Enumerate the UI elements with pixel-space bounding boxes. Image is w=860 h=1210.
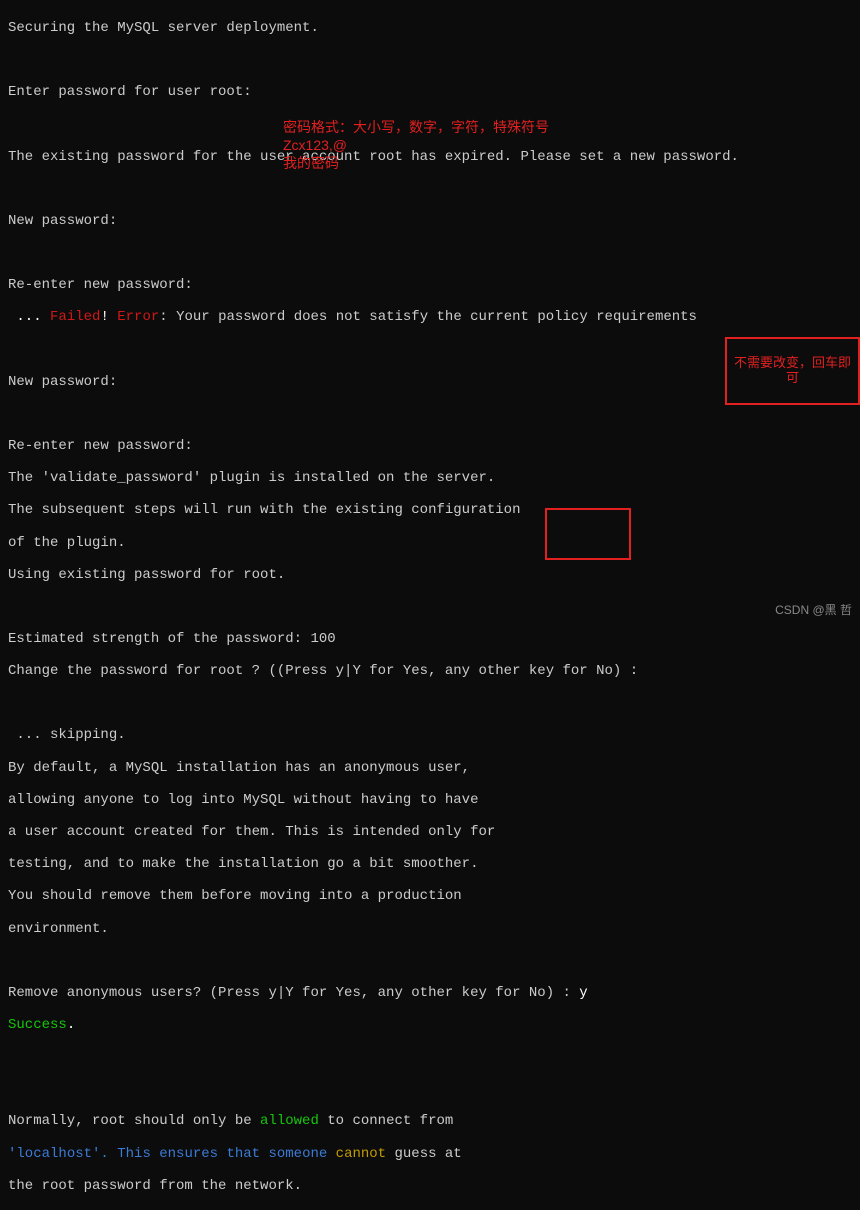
text-line bbox=[8, 1081, 852, 1097]
text-line bbox=[8, 181, 852, 197]
no-change-annotation-box: 不需要改变，回车即可 bbox=[725, 337, 860, 405]
text-line bbox=[8, 953, 852, 969]
text-line: Normally, root should only be allowed to… bbox=[8, 1113, 852, 1129]
text-line: the root password from the network. bbox=[8, 1178, 852, 1194]
text-line: of the plugin. bbox=[8, 535, 852, 551]
text-line bbox=[8, 406, 852, 422]
text-line: testing, and to make the installation go… bbox=[8, 856, 852, 872]
text-line: The subsequent steps will run with the e… bbox=[8, 502, 852, 518]
text-line bbox=[8, 245, 852, 261]
text-line: a user account created for them. This is… bbox=[8, 824, 852, 840]
text-line: Success. bbox=[8, 1017, 852, 1033]
text-line: Estimated strength of the password: 100 bbox=[8, 631, 852, 647]
text-line bbox=[8, 695, 852, 711]
password-format-annotation: 密码格式：大小写，数字，字符，特殊符号 Zcx123,@ 我的密码 bbox=[283, 118, 549, 173]
text-line bbox=[8, 52, 852, 68]
watermark: CSDN @黑 哲 bbox=[775, 604, 852, 618]
text-line bbox=[8, 1049, 852, 1065]
highlight-box bbox=[545, 508, 631, 560]
terminal-output[interactable]: Securing the MySQL server deployment. En… bbox=[8, 4, 852, 1210]
text-line: 'localhost'. This ensures that someone c… bbox=[8, 1146, 852, 1162]
prompt-line: Remove anonymous users? (Press y|Y for Y… bbox=[8, 985, 852, 1001]
text-line: The 'validate_password' plugin is instal… bbox=[8, 470, 852, 486]
text-line: Enter password for user root: bbox=[8, 84, 852, 100]
text-line: allowing anyone to log into MySQL withou… bbox=[8, 792, 852, 808]
text-line bbox=[8, 599, 852, 615]
text-line: environment. bbox=[8, 921, 852, 937]
text-line: You should remove them before moving int… bbox=[8, 888, 852, 904]
text-line: New password: bbox=[8, 213, 852, 229]
text-line: ... Failed! Error: Your password does no… bbox=[8, 309, 852, 325]
text-line: By default, a MySQL installation has an … bbox=[8, 760, 852, 776]
text-line: Using existing password for root. bbox=[8, 567, 852, 583]
text-line: Change the password for root ? ((Press y… bbox=[8, 663, 852, 679]
text-line: Re-enter new password: bbox=[8, 438, 852, 454]
text-line: Securing the MySQL server deployment. bbox=[8, 20, 852, 36]
text-line: ... skipping. bbox=[8, 727, 852, 743]
text-line: Re-enter new password: bbox=[8, 277, 852, 293]
